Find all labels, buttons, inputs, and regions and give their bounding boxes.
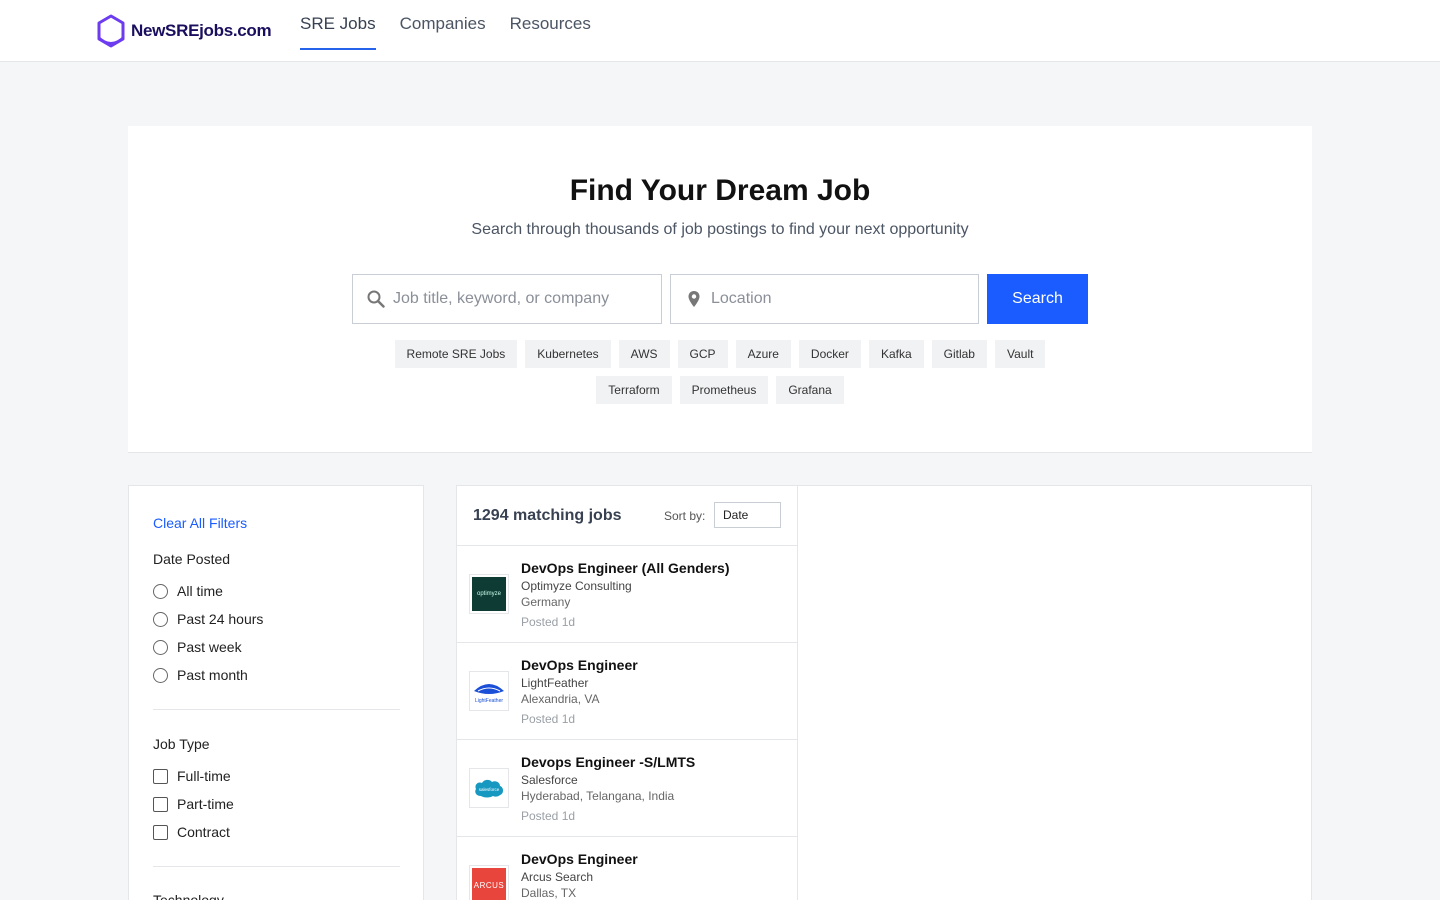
checkbox[interactable] <box>153 824 168 840</box>
tag-terraform[interactable]: Terraform <box>596 376 672 404</box>
option-label: Full-time <box>177 768 231 784</box>
tag-aws[interactable]: AWS <box>618 340 670 368</box>
main-nav: SRE Jobs Companies Resources <box>300 0 591 62</box>
job-location: Alexandria, VA <box>521 692 600 706</box>
divider <box>153 709 400 710</box>
job-location: Dallas, TX <box>521 886 577 900</box>
job-location: Germany <box>521 595 571 609</box>
technology-title: Technology <box>153 892 224 900</box>
job-posted: Posted 1d <box>521 809 576 823</box>
arcus-logo: ARCUS <box>469 865 509 900</box>
date-option-week[interactable]: Past week <box>153 639 242 655</box>
lightfeather-logo: LightFeather <box>469 671 509 711</box>
job-company: Salesforce <box>521 773 578 787</box>
location-pin-icon <box>688 291 700 307</box>
radio-button[interactable] <box>153 667 168 683</box>
tag-docker[interactable]: Docker <box>798 340 861 368</box>
job-title[interactable]: DevOps Engineer <box>521 657 638 673</box>
date-option-month[interactable]: Past month <box>153 667 248 683</box>
option-label: Part-time <box>177 796 234 812</box>
job-type-title: Job Type <box>153 736 210 752</box>
tag-gcp[interactable]: GCP <box>677 340 728 368</box>
radio-button[interactable] <box>153 611 168 627</box>
tag-kafka[interactable]: Kafka <box>868 340 924 368</box>
date-option-24h[interactable]: Past 24 hours <box>153 611 263 627</box>
tag-remote-sre[interactable]: Remote SRE Jobs <box>394 340 518 368</box>
location-input[interactable] <box>711 275 971 323</box>
job-type-part-time[interactable]: Part-time <box>153 796 234 812</box>
divider <box>153 866 400 867</box>
job-card[interactable]: ARCUS DevOps Engineer Arcus Search Dalla… <box>457 837 797 900</box>
job-type-full-time[interactable]: Full-time <box>153 768 231 784</box>
date-posted-title: Date Posted <box>153 551 231 567</box>
sort-select[interactable]: Date <box>714 502 781 528</box>
option-label: Past 24 hours <box>177 611 264 627</box>
svg-text:salesforce: salesforce <box>479 787 500 792</box>
location-field <box>670 274 979 324</box>
option-label: Contract <box>177 824 230 840</box>
sort-label: Sort by: <box>664 509 706 523</box>
filter-panel: Clear All Filters Date Posted All time P… <box>128 485 424 900</box>
job-title[interactable]: DevOps Engineer (All Genders) <box>521 560 730 576</box>
tag-gitlab[interactable]: Gitlab <box>931 340 987 368</box>
tag-azure[interactable]: Azure <box>735 340 791 368</box>
logo-icon <box>97 14 125 48</box>
job-posted: Posted 1d <box>521 615 576 629</box>
keyword-field <box>352 274 662 324</box>
hero-subtitle: Search through thousands of job postings… <box>471 221 969 238</box>
optimyze-logo: optimyze <box>469 574 509 614</box>
tag-vault[interactable]: Vault <box>994 340 1046 368</box>
hero-title: Find Your Dream Job <box>569 174 871 207</box>
job-list: 1294 matching jobs Sort by: Date optimyz… <box>456 485 798 900</box>
radio-button[interactable] <box>153 583 168 599</box>
job-company: LightFeather <box>521 676 589 690</box>
job-posted: Posted 1d <box>521 712 576 726</box>
tag-kubernetes[interactable]: Kubernetes <box>525 340 611 368</box>
keyword-input[interactable] <box>393 275 653 323</box>
results-count: 1294 matching jobs <box>473 507 622 524</box>
job-location: Hyderabad, Telangana, India <box>521 789 675 803</box>
option-label: Past week <box>177 639 242 655</box>
job-company: Arcus Search <box>521 870 594 884</box>
search-icon <box>367 290 385 308</box>
site-logo[interactable]: NewSREjobs.com <box>95 14 272 48</box>
clear-filters-link[interactable]: Clear All Filters <box>153 515 247 531</box>
tag-grafana[interactable]: Grafana <box>776 376 844 404</box>
hero-search: Find Your Dream Job Search through thous… <box>128 126 1312 453</box>
search-bar: Search <box>352 274 1088 324</box>
checkbox[interactable] <box>153 796 168 812</box>
salesforce-logo: salesforce <box>469 768 509 808</box>
logo-text: NewSREjobs.com <box>131 21 272 40</box>
svg-text:LightFeather: LightFeather <box>475 698 503 703</box>
quick-tags: Remote SRE Jobs Kubernetes AWS GCP Azure… <box>128 340 1312 404</box>
nav-resources[interactable]: Resources <box>510 0 591 50</box>
job-card[interactable]: LightFeather DevOps Engineer LightFeathe… <box>457 643 797 740</box>
nav-companies[interactable]: Companies <box>400 0 486 50</box>
job-title[interactable]: Devops Engineer -S/LMTS <box>521 754 695 770</box>
job-company: Optimyze Consulting <box>521 579 632 593</box>
search-button[interactable]: Search <box>987 274 1088 324</box>
radio-button[interactable] <box>153 639 168 655</box>
checkbox[interactable] <box>153 768 168 784</box>
job-card[interactable]: optimyze DevOps Engineer (All Genders) O… <box>457 546 797 643</box>
job-title[interactable]: DevOps Engineer <box>521 851 638 867</box>
option-label: All time <box>177 583 223 599</box>
job-card[interactable]: salesforce Devops Engineer -S/LMTS Sales… <box>457 740 797 837</box>
site-header: NewSREjobs.com SRE Jobs Companies Resour… <box>0 0 1440 62</box>
date-option-all-time[interactable]: All time <box>153 583 223 599</box>
job-type-contract[interactable]: Contract <box>153 824 230 840</box>
tag-prometheus[interactable]: Prometheus <box>679 376 769 404</box>
results-header: 1294 matching jobs Sort by: Date <box>457 486 797 546</box>
option-label: Past month <box>177 667 248 683</box>
nav-sre-jobs[interactable]: SRE Jobs <box>300 0 376 50</box>
job-detail-panel <box>798 485 1312 900</box>
